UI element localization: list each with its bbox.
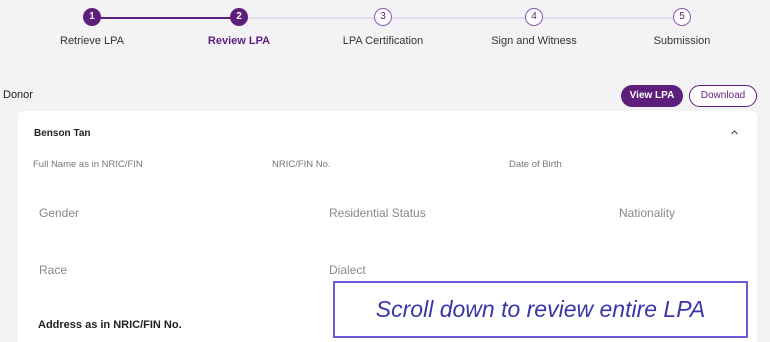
field-label-full-name: Full Name as in NRIC/FIN	[33, 159, 143, 170]
step-label: Retrieve LPA	[60, 35, 124, 47]
view-lpa-button[interactable]: View LPA	[621, 85, 683, 107]
field-label-residential-status: Residential Status	[329, 206, 426, 220]
field-label-race: Race	[39, 263, 68, 277]
step-label: LPA Certification	[342, 35, 424, 47]
step-retrieve-lpa[interactable]: 1 Retrieve LPA	[17, 8, 167, 47]
field-label-gender: Gender	[39, 206, 80, 220]
step-number: 4	[525, 8, 543, 26]
step-label: Review LPA	[207, 35, 271, 47]
field-label-dialect: Dialect	[329, 263, 366, 277]
donor-name: Benson Tan	[34, 128, 91, 139]
step-label: Submission	[653, 35, 711, 47]
step-label: Sign and Witness	[491, 35, 577, 47]
step-review-lpa[interactable]: 2 Review LPA	[164, 8, 314, 47]
step-number: 5	[673, 8, 691, 26]
scroll-hint-callout: Scroll down to review entire LPA	[333, 281, 748, 338]
download-button[interactable]: Download	[689, 85, 757, 107]
progress-stepper: 1 Retrieve LPA 2 Review LPA 3 LPA Certif…	[0, 0, 770, 66]
step-submission[interactable]: 5 Submission	[607, 8, 757, 47]
field-label-nric: NRIC/FIN No.	[272, 159, 331, 170]
chevron-up-icon[interactable]	[731, 129, 738, 136]
step-lpa-certification[interactable]: 3 LPA Certification	[308, 8, 458, 47]
step-number: 1	[83, 8, 101, 26]
field-label-nationality: Nationality	[619, 206, 676, 220]
field-label-dob: Date of Birth	[509, 159, 562, 170]
scroll-hint-text: Scroll down to review entire LPA	[375, 296, 706, 322]
step-number: 3	[374, 8, 392, 26]
step-sign-and-witness[interactable]: 4 Sign and Witness	[459, 8, 609, 47]
step-number: 2	[230, 8, 248, 26]
field-label-address: Address as in NRIC/FIN No.	[38, 319, 182, 331]
section-title: Donor	[3, 89, 33, 101]
